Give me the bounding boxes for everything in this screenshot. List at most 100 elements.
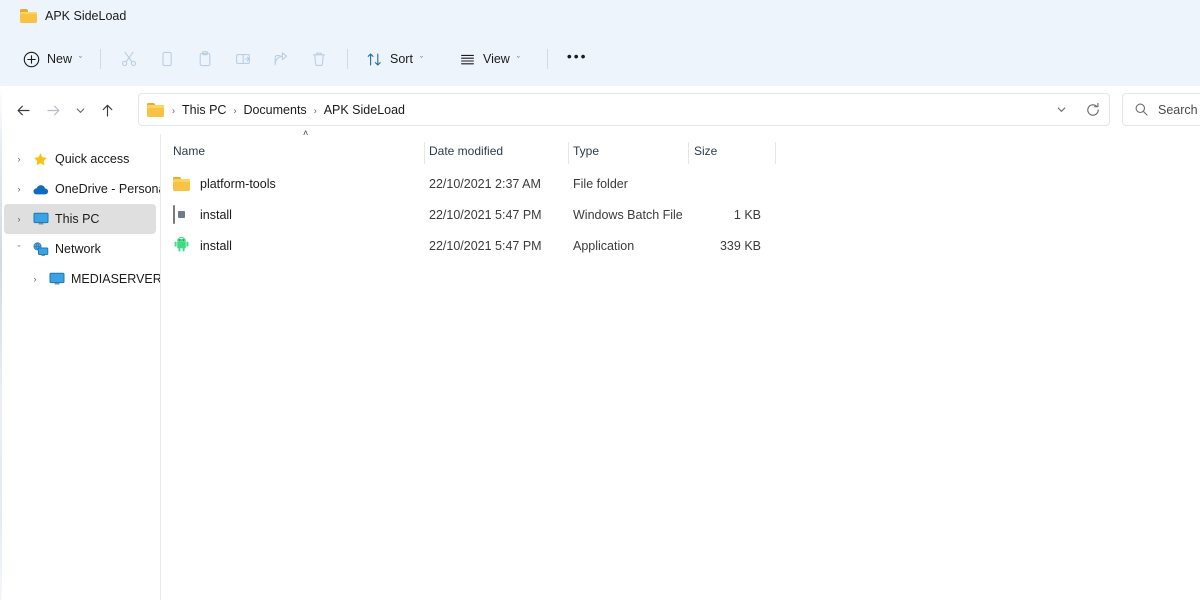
paste-icon [196, 50, 214, 68]
batch-file-icon [173, 206, 190, 223]
file-size: 339 KB [629, 239, 761, 253]
sort-label: Sort [390, 52, 413, 66]
refresh-icon [1085, 102, 1101, 118]
breadcrumb-separator: › [231, 105, 238, 115]
plus-circle-icon [23, 51, 40, 68]
copy-icon [158, 50, 176, 68]
search-icon [1134, 102, 1149, 117]
chevron-down-icon: ˇ [420, 56, 423, 65]
file-type: File folder [573, 177, 628, 191]
breadcrumb-item-documents[interactable]: Documents [238, 100, 311, 120]
window-chrome: APK SideLoad New ˇ [0, 0, 1200, 86]
file-size: 1 KB [629, 208, 761, 222]
forward-button[interactable] [38, 95, 68, 125]
column-header-row: Name ˄ Date modified Type Size [161, 138, 1200, 166]
column-header-size[interactable]: Size [694, 144, 717, 158]
file-list-pane: Name ˄ Date modified Type Size platform-… [161, 134, 1200, 600]
address-bar-actions [1045, 94, 1109, 125]
sidebar-item-label: This PC [55, 212, 99, 226]
file-name-cell: install [173, 206, 232, 223]
explorer-tab[interactable]: APK SideLoad [10, 2, 136, 30]
sort-arrows-icon [366, 51, 383, 68]
up-button[interactable] [92, 95, 122, 125]
view-label: View [483, 52, 510, 66]
chevron-right-icon[interactable]: › [12, 214, 26, 224]
column-divider[interactable] [568, 142, 569, 164]
more-options-button[interactable]: ••• [557, 43, 598, 75]
table-row[interactable]: install 22/10/2021 5:47 PM Windows Batch… [161, 199, 1200, 230]
refresh-button[interactable] [1077, 94, 1109, 125]
network-icon [32, 241, 49, 257]
file-name: platform-tools [200, 177, 276, 191]
ellipsis-icon: ••• [567, 49, 588, 63]
address-dropdown-button[interactable] [1045, 94, 1077, 125]
address-bar[interactable]: › This PC › Documents › APK SideLoad [138, 93, 1110, 126]
chevron-down-icon: ˇ [517, 56, 520, 65]
folder-icon [20, 9, 37, 23]
sort-ascending-icon: ˄ [303, 128, 308, 138]
recent-locations-button[interactable] [68, 95, 92, 125]
window-edge [0, 86, 2, 600]
table-row[interactable]: install 22/10/2021 5:47 PM Application 3… [161, 230, 1200, 261]
share-button[interactable] [262, 43, 300, 75]
sidebar-item-onedrive[interactable]: › OneDrive - Personal [4, 174, 156, 204]
column-header-date-modified[interactable]: Date modified [429, 144, 503, 158]
monitor-icon [32, 211, 49, 227]
tab-title: APK SideLoad [45, 9, 126, 23]
breadcrumb-item-this-pc[interactable]: This PC [177, 100, 231, 120]
share-icon [272, 50, 290, 68]
back-button[interactable] [8, 95, 38, 125]
toolbar-separator-2 [347, 49, 348, 69]
copy-button[interactable] [148, 43, 186, 75]
android-apk-icon [173, 237, 190, 254]
arrow-right-icon [45, 102, 62, 119]
chevron-down-icon [1055, 103, 1068, 116]
search-box[interactable]: Search A [1122, 93, 1200, 126]
sidebar-item-quick-access[interactable]: › Quick access [4, 144, 156, 174]
file-date: 22/10/2021 5:47 PM [429, 208, 542, 222]
column-header-type[interactable]: Type [573, 144, 599, 158]
column-divider[interactable] [775, 142, 776, 164]
view-button[interactable]: View ˇ [450, 43, 529, 75]
paste-button[interactable] [186, 43, 224, 75]
rename-button[interactable] [224, 43, 262, 75]
breadcrumb-separator: › [170, 105, 177, 115]
search-placeholder: Search A [1158, 103, 1200, 117]
arrow-up-icon [99, 102, 116, 119]
toolbar-separator [100, 49, 101, 69]
sidebar-item-mediaserver[interactable]: › MEDIASERVER [4, 264, 156, 294]
scissors-icon [120, 50, 138, 68]
chevron-right-icon[interactable]: › [12, 184, 26, 194]
chevron-right-icon[interactable]: › [28, 274, 42, 284]
new-button[interactable]: New ˇ [14, 43, 91, 75]
command-toolbar: New ˇ [0, 32, 1200, 86]
cut-button[interactable] [110, 43, 148, 75]
column-divider[interactable] [688, 142, 689, 164]
sidebar-item-label: MEDIASERVER [71, 272, 162, 286]
sidebar-item-network[interactable]: ˇ Network [4, 234, 156, 264]
sidebar-item-label: Quick access [55, 152, 129, 166]
chevron-down-icon [74, 104, 87, 117]
sidebar-item-this-pc[interactable]: › This PC [4, 204, 156, 234]
delete-button[interactable] [300, 43, 338, 75]
sort-button[interactable]: Sort ˇ [357, 43, 432, 75]
monitor-icon [48, 271, 65, 287]
folder-icon [173, 177, 190, 191]
chevron-right-icon[interactable]: › [12, 154, 26, 164]
breadcrumb-item-apk-sideload[interactable]: APK SideLoad [319, 100, 410, 120]
file-name-cell: install [173, 237, 232, 254]
file-date: 22/10/2021 2:37 AM [429, 177, 541, 191]
file-name-cell: platform-tools [173, 177, 276, 191]
arrow-left-icon [15, 102, 32, 119]
column-header-name[interactable]: Name [173, 144, 205, 158]
column-divider[interactable] [424, 142, 425, 164]
file-date: 22/10/2021 5:47 PM [429, 239, 542, 253]
file-name: install [200, 239, 232, 253]
list-lines-icon [459, 51, 476, 68]
toolbar-separator-3 [547, 49, 548, 69]
file-rows: platform-tools 22/10/2021 2:37 AM File f… [161, 168, 1200, 261]
navigation-pane: › Quick access › OneDrive - Personal › [0, 134, 160, 600]
file-name: install [200, 208, 232, 222]
table-row[interactable]: platform-tools 22/10/2021 2:37 AM File f… [161, 168, 1200, 199]
chevron-down-icon[interactable]: ˇ [12, 244, 26, 254]
